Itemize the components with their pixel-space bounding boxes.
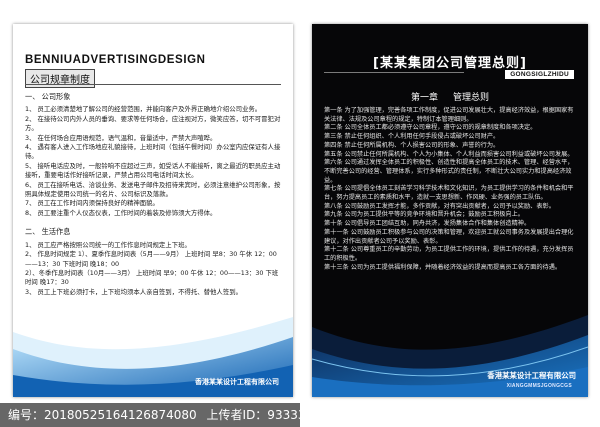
article-item: 第九条 公司为员工提供平等的竞争环境和晋升机会；鼓励员工积极向上。 (324, 211, 524, 219)
article-item: 第十一条 公司鼓励员工积极参与公司的决策和管理，欢迎员工就公司事务及发展提出合理… (324, 228, 574, 245)
rule-item: 6、 员工在接听电话、洽谈业务、发送电子邮件及招待来宾时，必须注意维护公司形象，… (25, 180, 281, 199)
company-name: 香港某某设计工程有限公司 (487, 371, 576, 380)
page-title: [某某集团公司管理总则] (373, 56, 527, 71)
rule-item: 3、 员工上下班必须打卡，上下班均须本人亲自签到，不得托、替他人签到。 (25, 287, 242, 296)
articles-body: 第一条 为了加强管理，完善各项工作制度，促进公司发展壮大，提高经济效益，根据国家… (324, 107, 578, 272)
rule-item: 7、 员工在工作时间内须保持良好的精神面貌。 (25, 199, 159, 208)
article-item: 第二条 公司全体员工都必须遵守公司章程，遵守公司的规章制度和各项决定。 (324, 124, 537, 132)
right-page: [某某集团公司管理总则] GONGSIGLZHIDU 第一章 管理总则 第一条 … (312, 24, 588, 397)
title-divider (25, 84, 281, 85)
rules-body: 一、 公司形象 1、 员工必须清楚地了解公司的经营范围，并能向客户及外界正确地介… (25, 89, 283, 297)
article-item: 第三条 禁止任何组织、个人利用任何手段侵占或破坏公司财产。 (324, 133, 500, 141)
article-item: 第十三条 公司为员工提供福利保障，并随着经济效益的提高而提高员工各方面的待遇。 (324, 263, 562, 271)
title-divider (324, 72, 464, 73)
article-item: 第五条 公司禁止任何所属机构、个人为小集体、个人利益而损害公司利益或破坏公司发展… (324, 150, 574, 158)
section-heading: 二、 生活作息 (25, 227, 71, 237)
rule-item: 3、 在任何场合应用语规范，语气温和，音量适中，严禁大声喧哗。 (25, 133, 217, 142)
watermark-uploader: 上传者ID：933338 (206, 408, 314, 422)
rule-item: 1、 员工必须清楚地了解公司的经营范围，并能向客户及外界正确地介绍公司业务。 (25, 105, 262, 114)
chapter-number: 第一章 (411, 93, 439, 103)
rule-item: 2）、冬季作息时间表（10月——3月） 上班时间 早9：00 午休 12：00—… (25, 268, 279, 287)
rule-item: 2、 作息时间规定 1）、夏季作息时间表（5月——9月） 上班时间 早8：30 … (25, 250, 277, 268)
section-heading: 一、 公司形象 (25, 92, 71, 101)
company-name-en: XIANGGMMSJGONGCGS (506, 383, 572, 389)
article-item: 第四条 禁止任何所属机构、个人损害公司的形象、声誉的行为。 (324, 141, 500, 149)
rule-item: 1、 员工应严格按照公司统一的工作作息时间规定上下班。 (25, 240, 191, 249)
article-item: 第六条 公司通过发挥全体员工的积极性、创造性和提高全体员工的技术、管理、经营水平… (324, 159, 574, 184)
company-name: 香港某某设计工程有限公司 (195, 378, 279, 386)
article-item: 第十二条 公司尊重员工的辛勤劳动，为员工提供工作的环境，提供工作的待遇，充分发挥… (324, 246, 574, 262)
article-item: 第十条 公司倡导员工团结互助，同舟共济，发扬集体合作和集体创造精神。 (324, 220, 531, 228)
article-item: 第七条 公司提倡全体员工刻苦学习科学技术和文化知识，为员工提供学习的条件和机会和… (324, 185, 574, 202)
chapter-heading: 第一章 管理总则 (312, 90, 588, 103)
section-title: 公司规章制度 (25, 69, 95, 88)
rule-item: 4、 遇有客人进入工作场地应礼貌接待，上班时间（包括午餐时间）办公室内应保证有人… (25, 143, 281, 161)
rule-item: 8、 员工要注重个人仪态仪表，工作时间的着装及修饰须大方得体。 (25, 208, 217, 217)
watermark-bar: 编号：20180525164126874080 上传者ID：933338 (0, 403, 313, 427)
pinyin-tag: GONGSIGLZHIDU (505, 70, 574, 79)
brand-title: BENNIUADVERTISINGDESIGN (25, 54, 206, 66)
article-item: 第一条 为了加强管理，完善各项工作制度，促进公司发展壮大，提高经济效益，根据国家… (324, 107, 574, 123)
rule-item: 5、 接听电话应及时，一般铃响不应超过三声，如受话人不能接听，离之最近的职员应主… (25, 161, 281, 180)
chapter-name: 管理总则 (452, 93, 489, 103)
left-page: BENNIUADVERTISINGDESIGN 公司规章制度 一、 公司形象 1… (13, 24, 293, 397)
rule-item: 2、 在接待公司内外人员的垂询、要求等任何场合，应注视对方，微笑应答，切不可冒犯… (25, 114, 281, 133)
watermark-id: 编号：20180525164126874080 (8, 408, 197, 422)
